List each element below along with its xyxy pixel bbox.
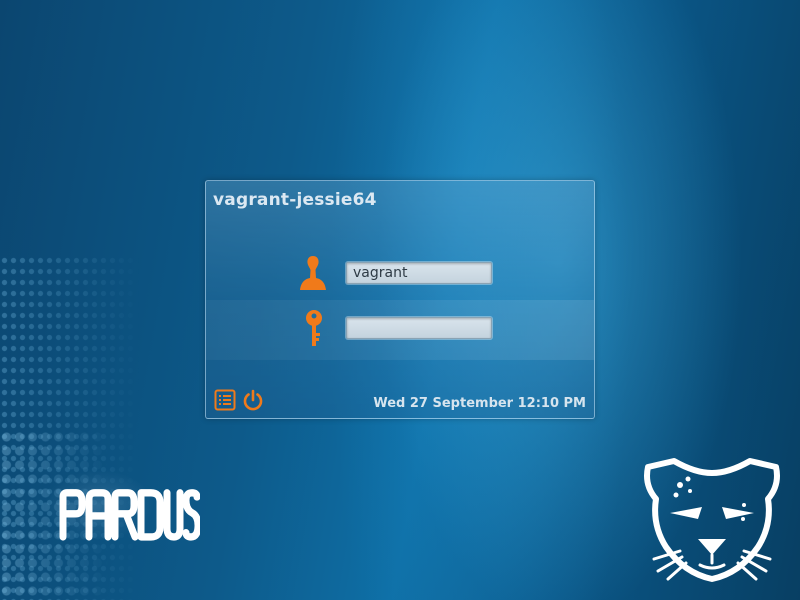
hostname-title: vagrant-jessie64 bbox=[213, 190, 377, 210]
session-menu-button[interactable] bbox=[214, 389, 236, 411]
date-time-display: Wed 27 September 12:10 PM bbox=[373, 396, 586, 411]
pardus-wordmark-icon bbox=[59, 489, 202, 541]
username-field[interactable] bbox=[346, 262, 492, 284]
menu-list-icon bbox=[214, 389, 236, 411]
power-icon bbox=[243, 389, 263, 411]
key-icon bbox=[303, 309, 325, 353]
power-button[interactable] bbox=[242, 389, 264, 411]
password-field[interactable] bbox=[346, 317, 492, 339]
login-panel: vagrant-jessie64 W bbox=[205, 180, 595, 419]
pardus-wordmark bbox=[58, 487, 202, 550]
leopard-logo-icon bbox=[640, 455, 785, 589]
user-icon bbox=[299, 254, 327, 298]
